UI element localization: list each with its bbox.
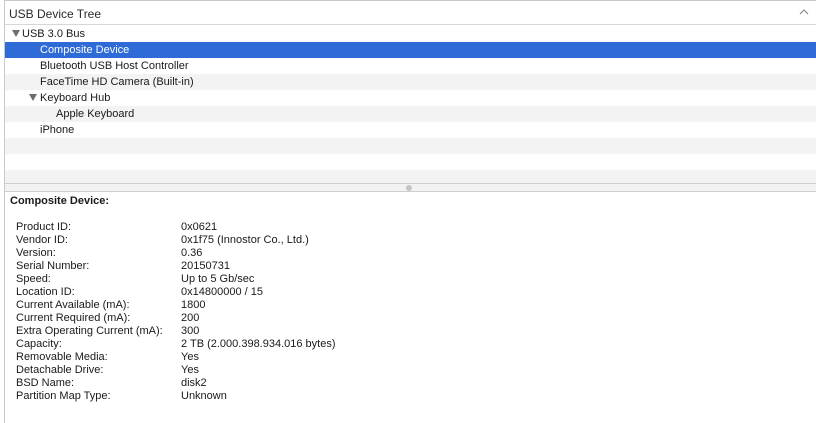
tree-item-apple-keyboard[interactable]: Apple Keyboard	[5, 106, 816, 122]
disclosure-triangle-icon[interactable]	[12, 30, 20, 37]
property-value: Yes	[181, 351, 199, 363]
chevron-up-icon[interactable]	[799, 7, 809, 17]
divider-grip-icon[interactable]	[406, 185, 412, 191]
property-value: 2 TB (2.000.398.934.016 bytes)	[181, 338, 336, 350]
tree-item-bluetooth-usb-host-controller[interactable]: Bluetooth USB Host Controller	[5, 58, 816, 74]
property-name: Location ID:	[16, 286, 75, 298]
property-name: Current Required (mA):	[16, 312, 131, 324]
disclosure-triangle-icon[interactable]	[29, 94, 37, 101]
property-value: Unknown	[181, 390, 227, 402]
tree-title: USB Device Tree	[9, 7, 102, 21]
tree-item-facetime-hd-camera[interactable]: FaceTime HD Camera (Built-in)	[5, 74, 816, 90]
property-name: BSD Name:	[16, 377, 75, 389]
tree-header: USB Device Tree	[5, 1, 816, 25]
property-name: Speed:	[16, 273, 51, 285]
details-heading: Composite Device:	[10, 195, 110, 207]
property-name: Product ID:	[16, 221, 72, 233]
property-value: 200	[181, 312, 200, 324]
tree-item-label: Apple Keyboard	[56, 108, 135, 120]
tree-item-label: FaceTime HD Camera (Built-in)	[40, 76, 194, 88]
property-value: 0.36	[181, 247, 203, 259]
empty-row	[5, 170, 816, 183]
device-details-pane: Composite Device: Product ID: 0x0621 Ven…	[5, 192, 816, 423]
device-tree: USB 3.0 Bus Composite Device Bluetooth U…	[5, 26, 816, 183]
property-value: 300	[181, 325, 200, 337]
property-value: disk2	[181, 377, 207, 389]
empty-row	[5, 154, 816, 170]
property-name: Version:	[16, 247, 56, 259]
tree-item-label: Keyboard Hub	[40, 92, 111, 104]
property-name: Detachable Drive:	[16, 364, 104, 376]
tree-item-label: iPhone	[40, 124, 75, 136]
property-value: Up to 5 Gb/sec	[181, 273, 255, 285]
property-value: Yes	[181, 364, 199, 376]
tree-item-label: Composite Device	[40, 44, 130, 56]
split-view-divider[interactable]	[5, 183, 816, 192]
property-name: Partition Map Type:	[16, 390, 111, 402]
empty-row	[5, 138, 816, 154]
property-value: 0x0621	[181, 221, 218, 233]
tree-item-usb-3-bus[interactable]: USB 3.0 Bus	[5, 26, 816, 42]
tree-item-label: USB 3.0 Bus	[22, 28, 85, 40]
tree-item-label: Bluetooth USB Host Controller	[40, 60, 189, 72]
property-value: 20150731	[181, 260, 230, 272]
property-name: Vendor ID:	[16, 234, 68, 246]
tree-item-composite-device[interactable]: Composite Device	[5, 42, 816, 58]
tree-item-keyboard-hub[interactable]: Keyboard Hub	[5, 90, 816, 106]
property-name: Serial Number:	[16, 260, 90, 272]
usb-device-tree-window: USB Device Tree USB 3.0 Bus Composite De…	[4, 0, 816, 423]
property-name: Removable Media:	[16, 351, 108, 363]
property-value: 1800	[181, 299, 206, 311]
property-name: Current Available (mA):	[16, 299, 130, 311]
property-value: 0x1f75 (Innostor Co., Ltd.)	[181, 234, 309, 246]
property-name: Extra Operating Current (mA):	[16, 325, 163, 337]
property-name: Capacity:	[16, 338, 62, 350]
tree-item-iphone[interactable]: iPhone	[5, 122, 816, 138]
property-value: 0x14800000 / 15	[181, 286, 263, 298]
